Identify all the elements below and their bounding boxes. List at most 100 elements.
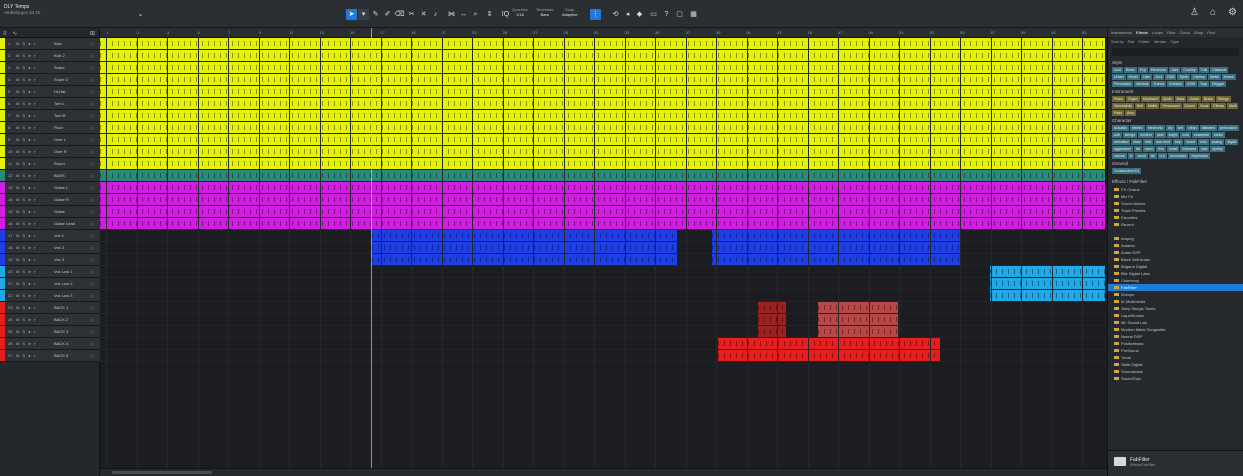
tag[interactable]: dry <box>1165 125 1175 131</box>
tag[interactable]: Latin <box>1140 74 1153 80</box>
track-header[interactable]: 9 M S ● ◐ Over L ◁ <box>0 134 100 146</box>
tag[interactable]: fx <box>1127 153 1135 159</box>
track-buttons[interactable]: M S ● ◐ <box>16 317 37 322</box>
track-buttons[interactable]: M S ● ◐ <box>16 353 37 358</box>
track-buttons[interactable]: M S ● ◐ <box>16 53 37 58</box>
audio-clip[interactable] <box>758 302 786 313</box>
tag[interactable]: Multi <box>1227 103 1239 109</box>
audio-clip[interactable] <box>372 230 677 241</box>
track-name[interactable]: Tom L <box>54 101 65 106</box>
tag[interactable]: Bell <box>1135 103 1145 109</box>
track-header[interactable]: 26 M S ● ◐ BACK 4 ◁ <box>0 338 100 350</box>
folder-item[interactable]: iZotope <box>1108 291 1243 298</box>
tag[interactable]: Metal <box>1208 74 1221 80</box>
track-buttons[interactable]: M S ● ◐ <box>16 89 37 94</box>
track-name[interactable]: Guitar <box>54 209 65 214</box>
listen-tool-icon[interactable]: ♪ <box>430 9 441 20</box>
track-buttons[interactable]: M S ● ◐ <box>16 173 37 178</box>
folder-item[interactable]: Soundworks <box>1108 368 1243 375</box>
folder-item[interactable]: FabFilter <box>1108 284 1243 291</box>
volume-icon[interactable]: ◁ <box>90 209 93 214</box>
mute-tool-icon[interactable]: ✕ <box>418 9 429 20</box>
home-icon[interactable]: ⌂ <box>1210 7 1216 18</box>
track-header[interactable]: 8 M S ● ◐ Floor ◁ <box>0 122 100 134</box>
tag[interactable]: Trap <box>1197 81 1210 87</box>
tag[interactable]: Urban <box>1112 74 1126 80</box>
audio-clip[interactable] <box>818 302 898 313</box>
tag[interactable]: percussive <box>1218 125 1239 131</box>
track-name[interactable]: Vox 1 <box>54 233 64 238</box>
folder-item[interactable]: FX Chains <box>1108 186 1243 193</box>
tag[interactable]: acoustic <box>1112 125 1129 131</box>
track-buttons[interactable]: M S ● ◐ <box>16 221 37 226</box>
audio-clip[interactable] <box>712 242 960 253</box>
track-header[interactable]: 6 M S ● ◐ Tom L ◁ <box>0 98 100 110</box>
track-lane[interactable] <box>100 338 1107 350</box>
tag[interactable]: Percussion <box>1112 81 1134 87</box>
track-name[interactable]: Kick 2 <box>54 53 65 58</box>
track-header[interactable]: 24 M S ● ◐ BACK 2 ◁ <box>0 314 100 326</box>
audio-clip[interactable] <box>100 170 1105 181</box>
search-input[interactable] <box>1112 48 1239 56</box>
track-lane[interactable] <box>100 194 1107 206</box>
track-name[interactable]: Room <box>54 161 65 166</box>
audio-clip[interactable] <box>990 266 1105 277</box>
audio-clip[interactable] <box>712 254 960 265</box>
volume-icon[interactable]: ◁ <box>90 41 93 46</box>
audio-clip[interactable] <box>100 194 1105 205</box>
track-name[interactable]: Floor <box>54 125 63 130</box>
browser-subtab[interactable]: Folder <box>1138 39 1149 44</box>
track-header[interactable]: 5 M S ● ◐ Hi-Hat ◁ <box>0 86 100 98</box>
track-name[interactable]: Vox 3 <box>54 257 64 262</box>
audio-clip[interactable] <box>100 146 1105 157</box>
track-name[interactable]: Vox Low 1 <box>54 269 72 274</box>
tag[interactable]: Effects <box>1211 103 1227 109</box>
folder-item[interactable]: Modern Metal Songwriter <box>1108 326 1243 333</box>
volume-icon[interactable]: ◁ <box>90 149 93 154</box>
tag[interactable]: distorted <box>1199 125 1218 131</box>
tag[interactable]: wet <box>1175 125 1186 131</box>
help-icon[interactable]: ? <box>661 9 672 20</box>
audio-clip[interactable] <box>100 158 1105 169</box>
tag[interactable]: dark <box>1154 132 1166 138</box>
track-buttons[interactable]: M S ● ◐ <box>16 113 37 118</box>
console-icon[interactable]: ▦ <box>688 9 699 20</box>
track-lane[interactable] <box>100 230 1107 242</box>
track-name[interactable]: Hi-Hat <box>54 89 65 94</box>
track-lane[interactable] <box>100 206 1107 218</box>
track-lane[interactable] <box>100 170 1107 182</box>
track-buttons[interactable]: M S ● ◐ <box>16 197 37 202</box>
track-name[interactable]: Guitar R <box>54 197 69 202</box>
track-buttons[interactable]: M S ● ◐ <box>16 305 37 310</box>
user-icon[interactable]: ♙ <box>1190 7 1199 18</box>
track-header[interactable]: 15 M S ● ◐ Guitar ◁ <box>0 206 100 218</box>
audio-clip[interactable] <box>372 242 677 253</box>
track-lane[interactable] <box>100 122 1107 134</box>
track-lane[interactable] <box>100 314 1107 326</box>
folder-item[interactable]: PreSonus <box>1108 347 1243 354</box>
track-buttons[interactable]: M S ● ◐ <box>16 293 37 298</box>
window-icon[interactable]: ▢ <box>674 9 685 20</box>
browser-subtab[interactable]: Type <box>1170 39 1179 44</box>
track-lane[interactable] <box>100 182 1107 194</box>
tag[interactable]: Jazz <box>1169 67 1181 73</box>
timebase-selector[interactable]: Timebase Bars <box>536 7 553 17</box>
track-lane[interactable] <box>100 158 1107 170</box>
tag[interactable]: strings <box>1122 132 1137 138</box>
track-lane[interactable] <box>100 350 1107 362</box>
eraser-tool-icon[interactable]: ⌫ <box>394 9 405 20</box>
track-header[interactable]: 27 M S ● ◐ BACK 5 ◁ <box>0 350 100 362</box>
tag[interactable]: Country <box>1181 67 1198 73</box>
tag[interactable]: synthy <box>1210 146 1225 152</box>
track-lane[interactable] <box>100 266 1107 278</box>
browser-tab[interactable]: Effects <box>1136 30 1148 35</box>
tag[interactable]: World <box>1126 74 1140 80</box>
track-lane[interactable] <box>100 242 1107 254</box>
browser-subtab[interactable]: Vendor <box>1154 39 1167 44</box>
volume-icon[interactable]: ◁ <box>90 53 93 58</box>
volume-icon[interactable]: ◁ <box>90 329 93 334</box>
tag[interactable]: hollowed <box>1180 146 1199 152</box>
tag[interactable]: slow <box>1131 139 1143 145</box>
track-header[interactable]: 18 M S ● ◐ Vox 2 ◁ <box>0 242 100 254</box>
tag[interactable]: R&B <box>1165 74 1177 80</box>
